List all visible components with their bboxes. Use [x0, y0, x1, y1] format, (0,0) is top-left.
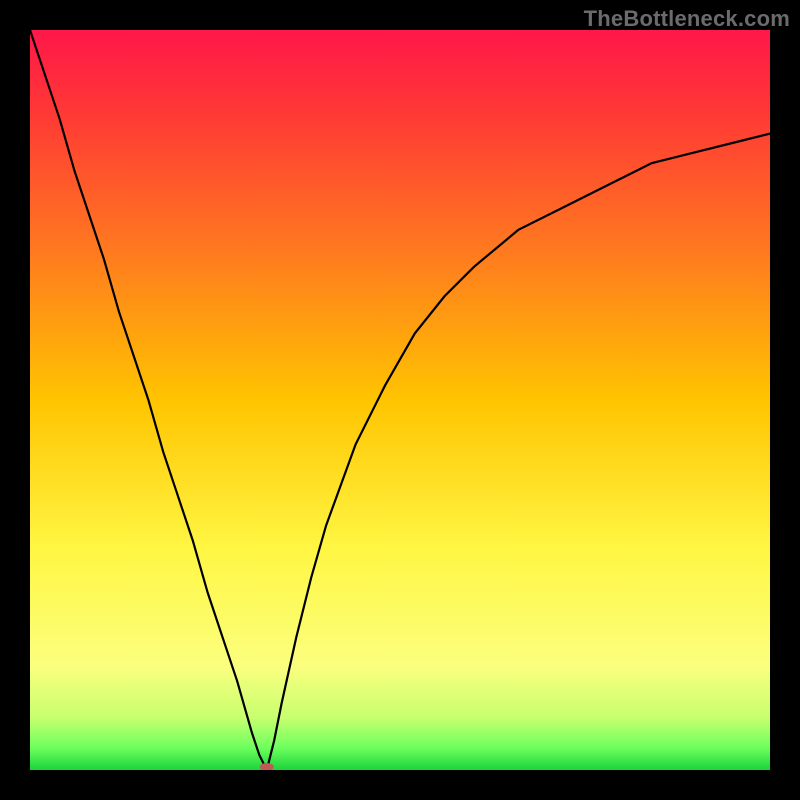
chart-svg: [30, 30, 770, 770]
watermark-text: TheBottleneck.com: [584, 6, 790, 32]
chart-frame: TheBottleneck.com: [0, 0, 800, 800]
gradient-background: [30, 30, 770, 770]
plot-area: [30, 30, 770, 770]
